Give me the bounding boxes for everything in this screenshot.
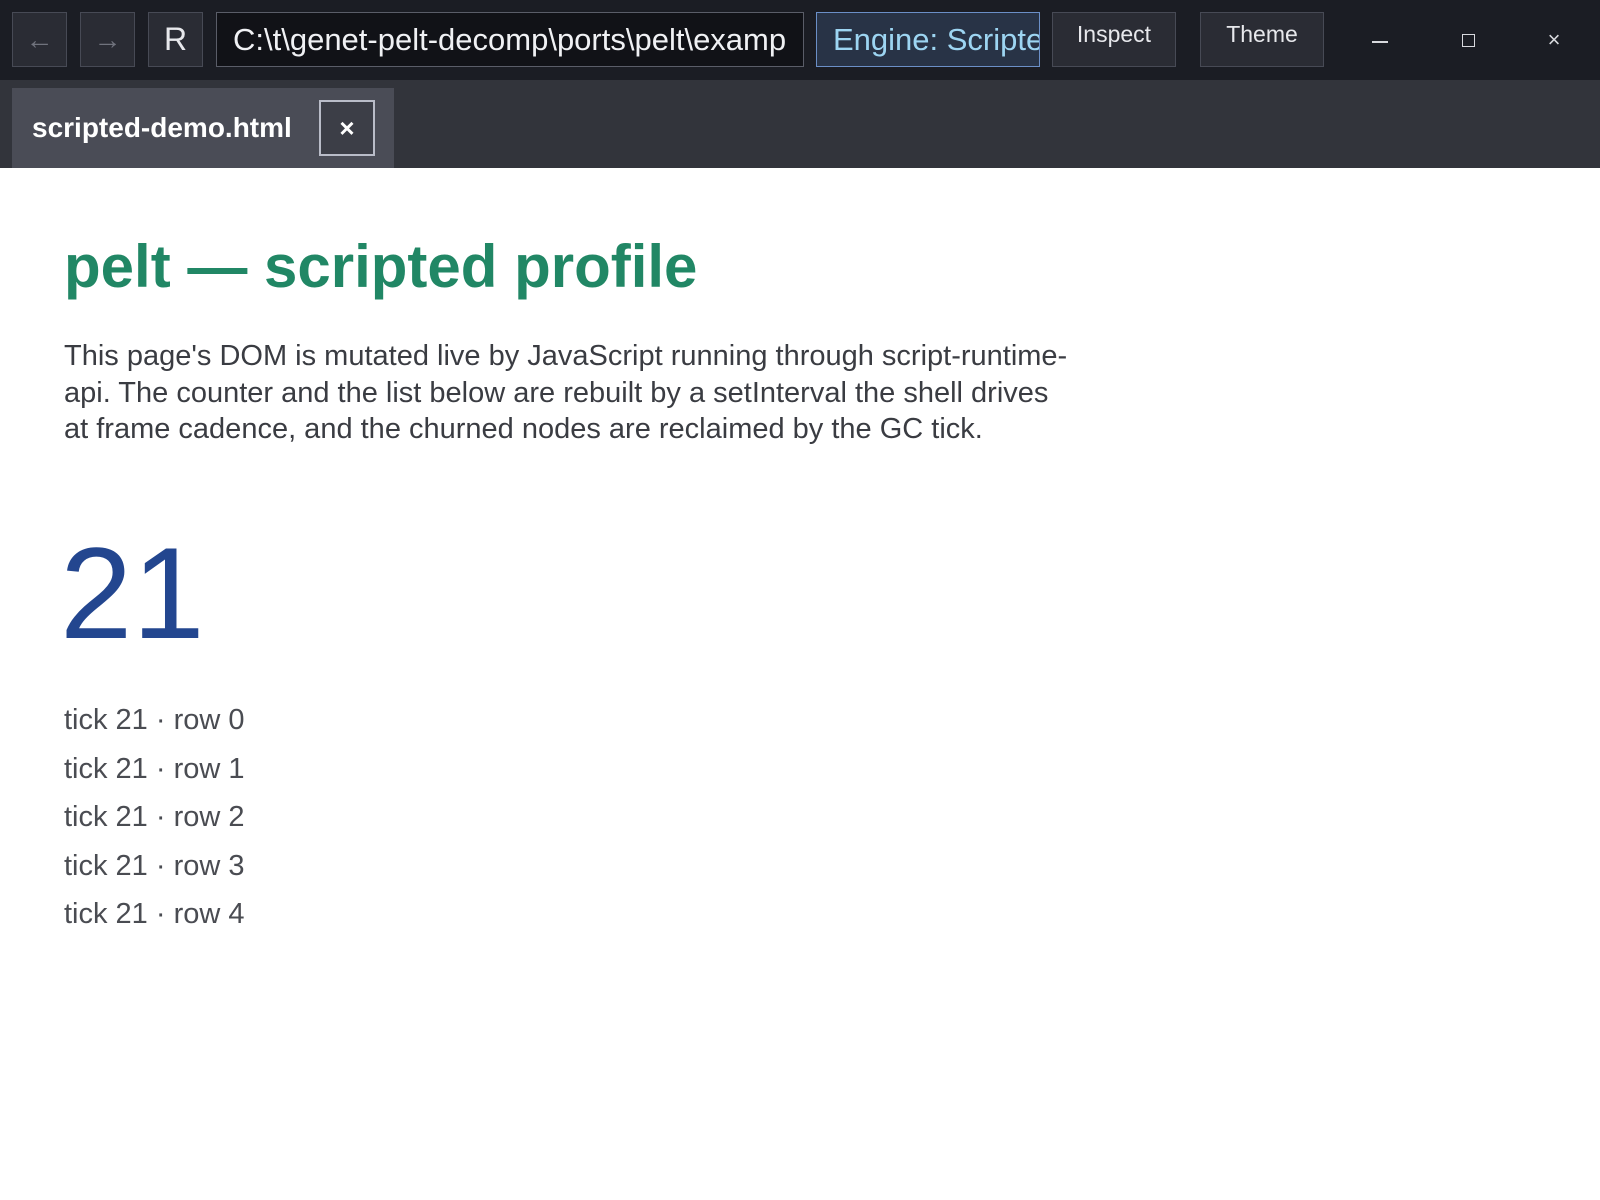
theme-button-label: Theme xyxy=(1226,21,1298,47)
list-item: tick 21 · row 0 xyxy=(64,704,245,736)
arrow-left-icon: ← xyxy=(25,23,54,55)
page-content: pelt — scripted profile This page's DOM … xyxy=(0,168,1600,1200)
minimize-button[interactable] xyxy=(1350,18,1410,62)
engine-select-value: Engine: Scripte xyxy=(833,22,1040,57)
tick-list: tick 21 · row 0 tick 21 · row 1 tick 21 … xyxy=(64,696,245,939)
arrow-right-icon: → xyxy=(93,23,122,55)
close-icon: × xyxy=(1547,27,1561,52)
list-item: tick 21 · row 4 xyxy=(64,898,245,930)
maximize-button[interactable] xyxy=(1438,18,1498,62)
engine-select[interactable]: Engine: Scripte xyxy=(816,12,1040,67)
list-item: tick 21 · row 1 xyxy=(64,752,245,785)
address-bar[interactable]: C:\t\genet-pelt-decomp\ports\pelt\examp xyxy=(216,12,804,67)
reload-button-label: R xyxy=(163,21,188,57)
browser-toolbar: ← → R C:\t\genet-pelt-decomp\ports\pelt\… xyxy=(0,0,1600,80)
close-window-button[interactable]: × xyxy=(1524,18,1584,62)
tab-strip: scripted-demo.html × xyxy=(0,80,1600,168)
close-icon: × xyxy=(339,112,355,143)
minimize-icon xyxy=(1372,41,1388,43)
list-item: tick 21 · row 3 xyxy=(64,849,245,882)
tab-label: scripted-demo.html xyxy=(32,112,292,143)
maximize-icon xyxy=(1461,33,1475,47)
inspect-button[interactable]: Inspect xyxy=(1052,12,1176,67)
tab-close-button[interactable]: × xyxy=(319,100,375,156)
list-item: tick 21 · row 2 xyxy=(64,801,245,833)
tick-counter: 21 xyxy=(60,520,205,666)
reload-button[interactable]: R xyxy=(148,12,203,67)
inspect-button-label: Inspect xyxy=(1076,21,1152,47)
page-title: pelt — scripted profile xyxy=(64,233,698,300)
tab-scripted-demo[interactable]: scripted-demo.html × xyxy=(12,88,394,168)
theme-button[interactable]: Theme xyxy=(1200,12,1324,67)
forward-button[interactable]: → xyxy=(80,12,135,67)
address-bar-value: C:\t\genet-pelt-decomp\ports\pelt\examp xyxy=(233,22,787,57)
back-button[interactable]: ← xyxy=(12,12,67,67)
page-description: This page's DOM is mutated live by JavaS… xyxy=(64,340,1068,445)
